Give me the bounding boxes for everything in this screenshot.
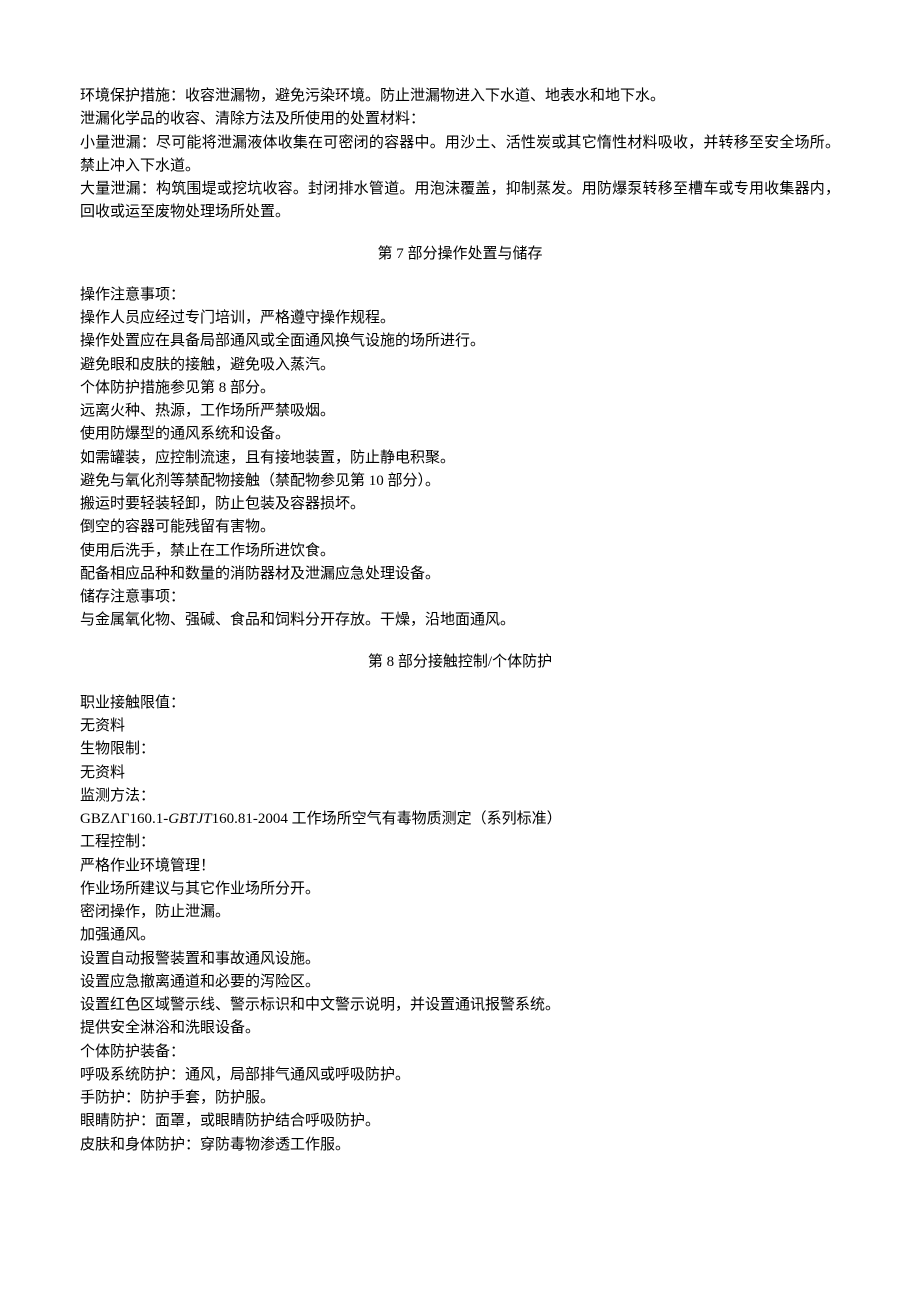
- section-8-line: 无资料: [80, 762, 840, 785]
- section-8-line: 无资料: [80, 715, 840, 738]
- section-8-line: 生物限制：: [80, 738, 840, 761]
- section-8-gbz-line: GBZΛΓ160.1-GBTJT160.81-2004 工作场所空气有毒物质测定…: [80, 808, 840, 831]
- section-8-line: 手防护：防护手套，防护服。: [80, 1087, 840, 1110]
- gbz-italic: GBTJT: [168, 811, 211, 827]
- section-8-title-prefix: 第: [368, 654, 387, 670]
- gbz-suffix: 160.81-2004 工作场所空气有毒物质测定（系列标准）: [212, 811, 562, 827]
- section-8-line: 提供安全淋浴和洗眼设备。: [80, 1017, 840, 1040]
- section-7-line: 操作人员应经过专门培训，严格遵守操作规程。: [80, 307, 840, 330]
- section-7-line: 储存注意事项：: [80, 586, 840, 609]
- section-7-line: 远离火种、热源，工作场所严禁吸烟。: [80, 400, 840, 423]
- section-7-title-prefix: 第: [377, 246, 396, 262]
- section-7-line: 倒空的容器可能残留有害物。: [80, 516, 840, 539]
- intro-p3: 小量泄漏：尽可能将泄漏液体收集在可密闭的容器中。用沙土、活性炭或其它惰性材料吸收…: [80, 132, 840, 179]
- section-8-line: 工程控制：: [80, 831, 840, 854]
- intro-p1: 环境保护措施：收容泄漏物，避免污染环境。防止泄漏物进入下水道、地表水和地下水。: [80, 85, 840, 108]
- section-7-line: 避免眼和皮肤的接触，避免吸入蒸汽。: [80, 354, 840, 377]
- section-8-line: 密闭操作，防止泄漏。: [80, 901, 840, 924]
- section-7-body: 操作注意事项： 操作人员应经过专门培训，严格遵守操作规程。 操作处置应在具备局部…: [80, 284, 840, 633]
- section-7-line: 搬运时要轻装轻卸，防止包装及容器损坏。: [80, 493, 840, 516]
- intro-block: 环境保护措施：收容泄漏物，避免污染环境。防止泄漏物进入下水道、地表水和地下水。 …: [80, 85, 840, 225]
- section-8-line: 皮肤和身体防护：穿防毒物渗透工作服。: [80, 1134, 840, 1157]
- section-7-line: 操作注意事项：: [80, 284, 840, 307]
- intro-p4: 大量泄漏：构筑围堤或挖坑收容。封闭排水管道。用泡沫覆盖，抑制蒸发。用防爆泵转移至…: [80, 178, 840, 225]
- section-8-line: 监测方法：: [80, 785, 840, 808]
- section-7-line: 与金属氧化物、强碱、食品和饲料分开存放。干燥，沿地面通风。: [80, 609, 840, 632]
- section-8-line: 作业场所建议与其它作业场所分开。: [80, 878, 840, 901]
- section-8-line: 呼吸系统防护：通风，局部排气通风或呼吸防护。: [80, 1064, 840, 1087]
- section-7-line: 使用后洗手，禁止在工作场所进饮食。: [80, 540, 840, 563]
- section-8-line: 严格作业环境管理！: [80, 855, 840, 878]
- section-7-line: 操作处置应在具备局部通风或全面通风换气设施的场所进行。: [80, 330, 840, 353]
- section-7-line: 使用防爆型的通风系统和设备。: [80, 423, 840, 446]
- section-8-line: 加强通风。: [80, 924, 840, 947]
- section-8-line: 个体防护装备：: [80, 1041, 840, 1064]
- section-8-line: 眼睛防护：面罩，或眼睛防护结合呼吸防护。: [80, 1110, 840, 1133]
- section-8-title-suffix: 部分接触控制/个体防护: [394, 654, 552, 670]
- section-7-title-suffix: 部分操作处置与储存: [404, 246, 543, 262]
- section-7-line: 如需罐装，应控制流速，且有接地装置，防止静电积聚。: [80, 447, 840, 470]
- section-8-line: 职业接触限值：: [80, 692, 840, 715]
- section-8-line: 设置红色区域警示线、警示标识和中文警示说明，并设置通讯报警系统。: [80, 994, 840, 1017]
- section-7-line: 避免与氧化剂等禁配物接触（禁配物参见第 10 部分）。: [80, 470, 840, 493]
- section-8-body: 职业接触限值： 无资料 生物限制： 无资料 监测方法： GBZΛΓ160.1-G…: [80, 692, 840, 1157]
- section-8-title: 第 8 部分接触控制/个体防护: [80, 651, 840, 674]
- section-8-line: 设置应急撤离通道和必要的泻险区。: [80, 971, 840, 994]
- section-7-title: 第 7 部分操作处置与储存: [80, 243, 840, 266]
- section-7-line: 个体防护措施参见第 8 部分。: [80, 377, 840, 400]
- gbz-prefix: GBZΛΓ160.1-: [80, 811, 168, 827]
- intro-p2: 泄漏化学品的收容、清除方法及所使用的处置材料：: [80, 108, 840, 131]
- section-7-line: 配备相应品种和数量的消防器材及泄漏应急处理设备。: [80, 563, 840, 586]
- section-7-title-num: 7: [396, 246, 404, 262]
- section-8-line: 设置自动报警装置和事故通风设施。: [80, 948, 840, 971]
